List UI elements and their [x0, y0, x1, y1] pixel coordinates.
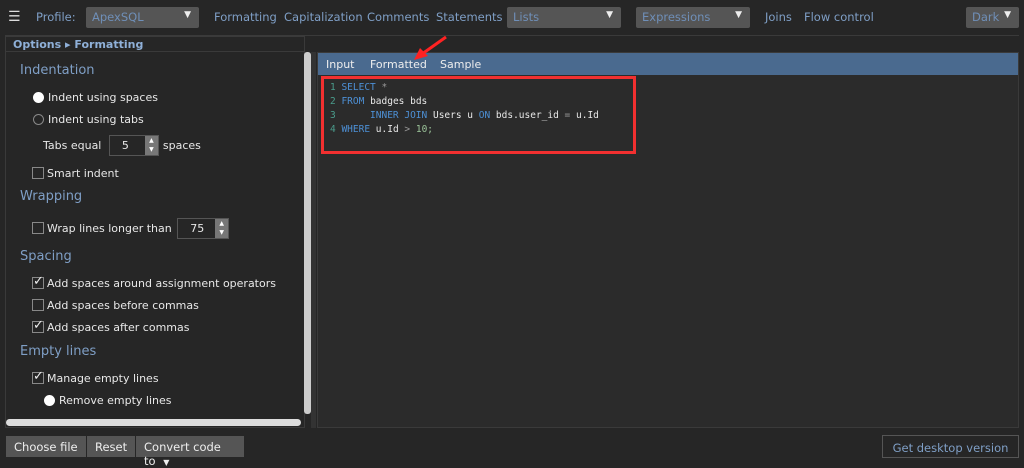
radio-indent-spaces[interactable]: Indent using spaces — [33, 91, 158, 104]
vertical-scrollbar[interactable] — [304, 52, 311, 414]
lists-value: Lists — [513, 10, 540, 24]
nav-comments[interactable]: Comments — [367, 10, 429, 24]
chevron-down-icon: ▼ — [1004, 10, 1011, 20]
nav-joins[interactable]: Joins — [765, 10, 792, 24]
theme-dropdown[interactable]: Dark ▼ — [966, 7, 1019, 28]
breadcrumb: Options ▸ Formatting — [13, 38, 144, 51]
section-indentation: Indentation — [20, 63, 95, 78]
line-number: 3 — [330, 110, 342, 121]
convert-code-dropdown[interactable]: Convert code to ▼ — [136, 436, 244, 468]
get-desktop-button[interactable]: Get desktop version — [882, 435, 1019, 458]
code-token: WHERE — [341, 124, 371, 135]
code-token: SELECT — [341, 82, 376, 93]
checkbox-spaces-assign[interactable]: Add spaces around assignment operators — [32, 274, 276, 290]
splitter-handle[interactable] — [311, 52, 316, 428]
radio-remove-empty[interactable]: Remove empty lines — [44, 394, 172, 407]
checkbox-spaces-after-commas[interactable]: Add spaces after commas — [32, 318, 190, 334]
code-token: ON — [478, 110, 491, 121]
wrap-length-stepper[interactable]: 75 ▲ ▼ — [177, 218, 230, 239]
tabs-equal-stepper[interactable]: 5 ▲ ▼ — [108, 135, 159, 156]
code-token: u.Id — [570, 110, 599, 121]
checkbox-spaces-before-commas[interactable]: Add spaces before commas — [32, 299, 199, 312]
profile-dropdown[interactable]: ApexSQL ▼ — [86, 7, 199, 28]
line-number: 4 — [330, 124, 342, 135]
code-token: Users u — [427, 110, 479, 121]
section-empty-lines: Empty lines — [20, 344, 97, 359]
nav-flow-control[interactable]: Flow control — [804, 10, 874, 24]
expressions-value: Expressions — [642, 10, 711, 24]
code-token: badges bds — [364, 96, 428, 107]
tabs-equal-row: Tabs equal 5 ▲ ▼ spaces — [43, 135, 201, 156]
menu-icon[interactable]: ☰ — [8, 9, 21, 25]
expressions-dropdown[interactable]: Expressions ▼ — [636, 7, 750, 28]
checkbox-smart-indent[interactable]: Smart indent — [32, 167, 119, 180]
chevron-down-icon: ▼ — [184, 10, 191, 20]
nav-statements[interactable]: Statements — [436, 10, 503, 24]
reset-button[interactable]: Reset — [87, 436, 136, 457]
code-token: u.Id — [370, 124, 405, 135]
breadcrumb-root[interactable]: Options — [13, 38, 61, 51]
tab-input[interactable]: Input — [326, 58, 354, 71]
red-arrow-annotation — [414, 35, 447, 60]
code-token: 10; — [410, 124, 434, 135]
radio-indent-tabs[interactable]: Indent using tabs — [33, 113, 144, 126]
checkbox-manage-empty[interactable]: Manage empty lines — [32, 369, 159, 385]
checkbox-wrap-lines[interactable]: Wrap lines longer than 75 ▲ ▼ — [32, 218, 230, 239]
code-line: 4 WHERE u.Id > 10; — [330, 123, 599, 137]
profile-value: ApexSQL — [92, 10, 144, 24]
line-number: 1 — [330, 82, 342, 93]
code-output[interactable]: 1 SELECT * 2 FROM badges bds 3 INNER JOIN … — [330, 81, 599, 137]
code-token: FROM — [341, 96, 365, 107]
chevron-down-icon: ▼ — [735, 10, 742, 20]
nav-formatting[interactable]: Formatting — [214, 10, 277, 24]
divider — [5, 51, 305, 52]
breadcrumb-current: Formatting — [74, 38, 144, 51]
section-wrapping: Wrapping — [20, 189, 83, 204]
nav-capitalization[interactable]: Capitalization — [284, 10, 363, 24]
horizontal-scrollbar[interactable] — [6, 419, 301, 426]
profile-label: Profile: — [36, 10, 76, 24]
lists-dropdown[interactable]: Lists ▼ — [507, 7, 621, 28]
code-token: bds.user_id — [490, 110, 565, 121]
theme-value: Dark — [972, 10, 1000, 24]
code-line: 2 FROM badges bds — [330, 95, 599, 109]
code-line: 3 INNER JOIN Users u ON bds.user_id = u.… — [330, 109, 599, 123]
section-spacing: Spacing — [20, 249, 72, 264]
code-line: 1 SELECT * — [330, 81, 599, 95]
code-token: INNER JOIN — [341, 110, 428, 121]
chevron-down-icon: ▼ — [606, 10, 613, 20]
choose-file-button[interactable]: Choose file — [6, 436, 86, 457]
line-number: 2 — [330, 96, 342, 107]
code-token: * — [375, 82, 388, 93]
